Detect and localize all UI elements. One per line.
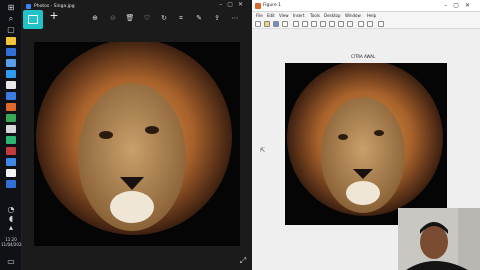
lion-illustration-figure <box>285 63 447 225</box>
search-icon[interactable]: ⌕ <box>5 14 17 24</box>
favorite-icon[interactable]: ♡ <box>142 13 152 23</box>
add-to-button[interactable]: + <box>49 9 59 23</box>
task-view-icon[interactable]: ▢ <box>5 25 17 35</box>
gallery-icon <box>28 15 38 24</box>
webcam-overlay <box>398 208 480 270</box>
matlab-icon[interactable] <box>6 103 16 111</box>
open-file-icon[interactable] <box>264 21 270 27</box>
menu-view[interactable]: View <box>279 12 289 20</box>
notification-icon[interactable]: ▭ <box>5 257 17 267</box>
see-all-photos-button[interactable] <box>23 10 43 29</box>
menu-insert[interactable]: Insert <box>293 12 304 20</box>
more-icon[interactable]: ⋯ <box>230 13 240 23</box>
menu-help[interactable]: Help <box>367 12 376 20</box>
figure-window-controls[interactable]: –▢✕ <box>444 0 476 12</box>
clock-date: 11/04/2024 <box>1 242 25 247</box>
taskbar-clock[interactable]: 11:20 11/04/2024 <box>1 237 25 247</box>
photos-app-icon[interactable] <box>6 158 16 166</box>
photos-window: Photos - Singa.jpg –▢✕ + ⊕ ⊖ 🗑 ♡ ↻ ⌗ ✎ ⇪… <box>22 0 252 270</box>
rotate-3d-icon[interactable] <box>329 21 335 27</box>
app-icon-white[interactable] <box>6 169 16 177</box>
menu-desktop[interactable]: Desktop <box>324 12 341 20</box>
taskbar: ⊞ ⌕ ▢ ◔ ◖ ▴ 11:20 11/04/2024 ▭ <box>0 0 25 270</box>
brush-icon[interactable] <box>347 21 353 27</box>
excel-icon[interactable] <box>6 136 16 144</box>
mail-icon[interactable] <box>6 70 16 78</box>
zoom-out-tool-icon[interactable] <box>311 21 317 27</box>
file-explorer-icon[interactable] <box>6 37 16 45</box>
pointer-icon[interactable] <box>293 21 299 27</box>
figure-title: Figure 1 <box>263 3 282 8</box>
print-icon[interactable] <box>282 21 288 27</box>
lion-illustration <box>34 42 240 246</box>
start-icon[interactable]: ⊞ <box>5 3 17 13</box>
crop-icon[interactable]: ⌗ <box>176 13 186 23</box>
pan-icon[interactable] <box>320 21 326 27</box>
rotate-icon[interactable]: ↻ <box>159 13 169 23</box>
presenter-video <box>398 208 480 270</box>
app-icon-green[interactable] <box>6 114 16 122</box>
edit-icon[interactable]: ✎ <box>194 13 204 23</box>
axes-title: CITRA AWAL <box>351 54 376 59</box>
zoom-in-icon[interactable]: ⊕ <box>90 13 100 23</box>
mouse-cursor: ⇱ <box>260 147 266 154</box>
lion-image <box>34 42 240 246</box>
plot-tools-icon[interactable] <box>378 21 384 27</box>
photos-app-icon <box>26 4 31 9</box>
share-icon[interactable]: ⇪ <box>212 13 222 23</box>
word-icon[interactable] <box>6 92 16 100</box>
fullscreen-icon[interactable]: ⤢ <box>238 256 248 266</box>
new-figure-icon[interactable] <box>255 21 261 27</box>
app-icon[interactable] <box>6 81 16 89</box>
screen: ⊞ ⌕ ▢ ◔ ◖ ▴ 11:20 11/04/2024 ▭ Photos - … <box>0 0 480 270</box>
language-icon[interactable]: ▴ <box>5 223 17 233</box>
menu-window[interactable]: Window <box>345 12 361 20</box>
store-icon[interactable] <box>6 59 16 67</box>
colorbar-icon[interactable] <box>358 21 364 27</box>
figure-image-axes[interactable] <box>285 63 447 225</box>
menu-file[interactable]: File <box>256 12 263 20</box>
edge-icon[interactable] <box>6 48 16 56</box>
save-icon[interactable] <box>273 21 279 27</box>
figure-menu-bar: File Edit View Insert Tools Desktop Wind… <box>252 12 480 20</box>
photos-title-bar: Photos - Singa.jpg <box>26 2 252 11</box>
data-cursor-icon[interactable] <box>338 21 344 27</box>
photos-window-controls[interactable]: –▢✕ <box>219 1 248 8</box>
app-icon-light[interactable] <box>6 125 16 133</box>
app-icon-red[interactable] <box>6 147 16 155</box>
menu-tools[interactable]: Tools <box>310 12 320 20</box>
menu-edit[interactable]: Edit <box>267 12 275 20</box>
app-icon-blue[interactable] <box>6 180 16 188</box>
zoom-in-tool-icon[interactable] <box>302 21 308 27</box>
delete-icon[interactable]: 🗑 <box>125 13 135 23</box>
zoom-out-icon[interactable]: ⊖ <box>108 13 118 23</box>
figure-title-bar: Figure 1 –▢✕ <box>252 0 480 12</box>
legend-icon[interactable] <box>367 21 373 27</box>
matlab-figure-icon <box>255 3 261 9</box>
figure-toolbar <box>252 20 480 29</box>
